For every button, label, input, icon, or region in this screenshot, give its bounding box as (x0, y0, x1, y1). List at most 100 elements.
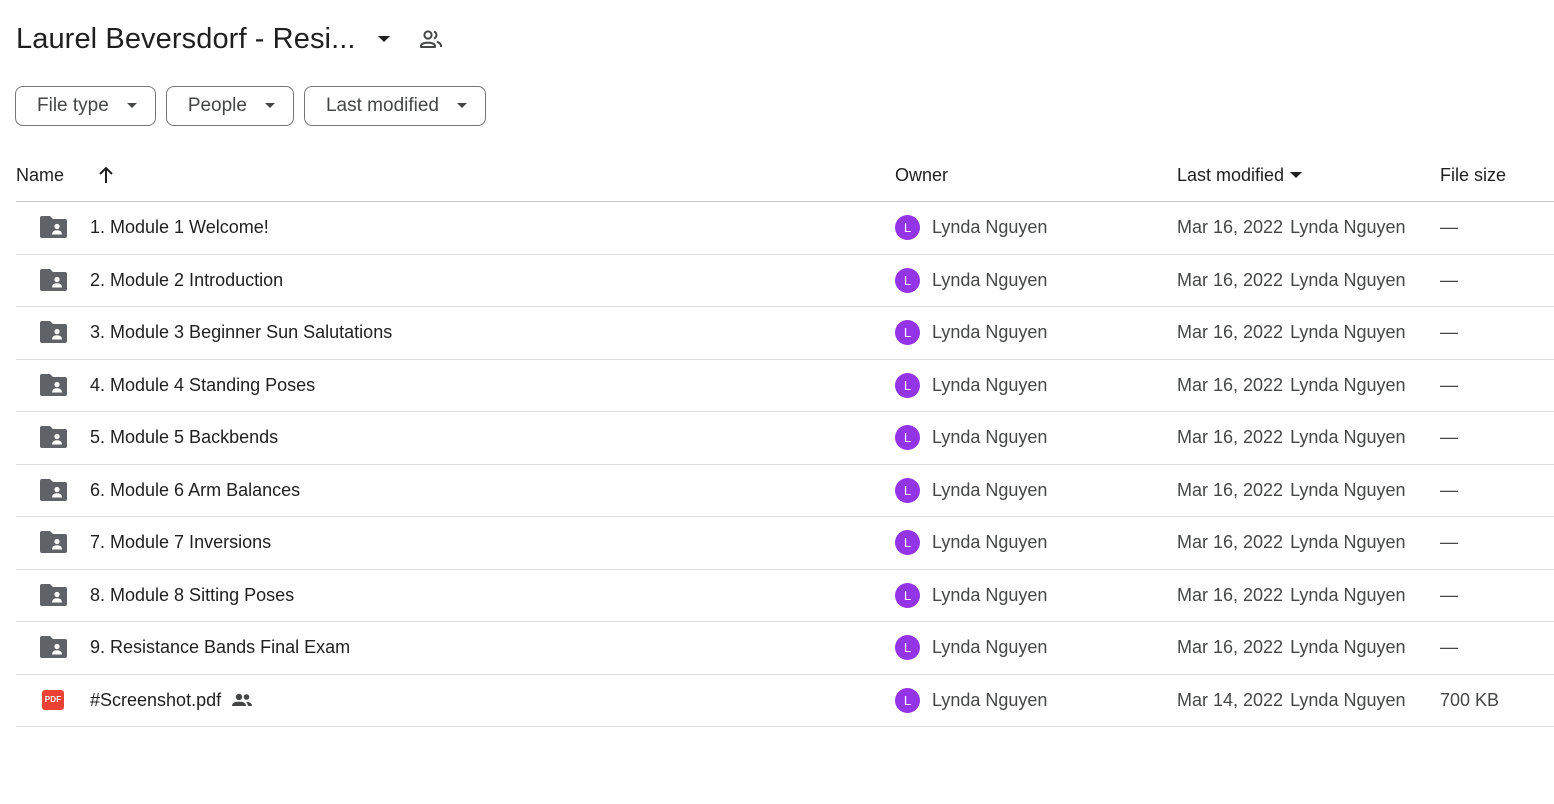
caret-down-icon (126, 101, 137, 111)
arrow-up-icon[interactable] (94, 163, 118, 187)
caret-down-icon (457, 101, 467, 111)
modified-by: Lynda Nguyen (1290, 479, 1406, 500)
owner-cell: L Lynda Nguyen (895, 465, 1047, 516)
table-row[interactable]: 6. Module 6 Arm Balances L Lynda Nguyen … (16, 465, 1554, 517)
table-row[interactable]: 5. Module 5 Backbends L Lynda Nguyen Mar… (16, 412, 1554, 465)
owner-name: Lynda Nguyen (932, 532, 1048, 552)
owner-name: Lynda Nguyen (932, 217, 1048, 237)
file-size: 700 KB (1440, 689, 1500, 710)
shared-folder-icon (39, 268, 67, 292)
file-list-header: Name Owner Last modified File size (16, 150, 1554, 202)
column-header-file-size: File size (1440, 164, 1507, 185)
file-size: — (1440, 584, 1458, 605)
table-row[interactable]: 2. Module 2 Introduction L Lynda Nguyen … (16, 255, 1554, 307)
modified-by: Lynda Nguyen (1290, 532, 1406, 552)
filter-last-modified[interactable]: Last modified (303, 86, 486, 126)
shared-folder-icon (39, 583, 67, 607)
owner-cell: L Lynda Nguyen (895, 675, 1047, 726)
file-size: — (1440, 374, 1458, 395)
table-row[interactable]: 4. Module 4 Standing Poses L Lynda Nguye… (16, 360, 1554, 412)
file-name: 1. Module 1 Welcome! (90, 217, 269, 237)
modified-by: Lynda Nguyen (1290, 374, 1406, 395)
last-modified-cell: Mar 16, 2022 Lynda Nguyen (1177, 412, 1406, 463)
filter-label: People (187, 95, 247, 116)
column-header-last-modified-label: Last modified (1177, 164, 1285, 185)
avatar: L (895, 320, 920, 345)
avatar: L (895, 635, 920, 660)
shared-folder-icon (39, 478, 67, 502)
owner-name: Lynda Nguyen (932, 689, 1048, 710)
owner-name: Lynda Nguyen (932, 637, 1048, 657)
file-size: — (1440, 532, 1458, 552)
shared-folder-icon (39, 530, 67, 554)
table-row[interactable]: 1. Module 1 Welcome! L Lynda Nguyen Mar … (16, 202, 1554, 255)
column-header-owner: Owner (895, 164, 949, 185)
owner-cell: L Lynda Nguyen (895, 570, 1047, 621)
last-modified-cell: Mar 16, 2022 Lynda Nguyen (1177, 465, 1406, 516)
modified-date: Mar 16, 2022 (1177, 637, 1284, 657)
avatar: L (895, 425, 920, 450)
avatar: L (895, 582, 920, 608)
modified-date: Mar 16, 2022 (1177, 584, 1284, 605)
file-size: — (1440, 217, 1458, 237)
last-modified-cell: Mar 16, 2022 Lynda Nguyen (1177, 255, 1406, 306)
owner-cell: L Lynda Nguyen (895, 517, 1047, 568)
column-header-name[interactable]: Name (16, 150, 64, 200)
last-modified-cell: Mar 16, 2022 Lynda Nguyen (1177, 570, 1406, 621)
modified-date: Mar 16, 2022 (1177, 479, 1284, 500)
table-row[interactable]: PDF #Screenshot.pdf L Lynda Nguyen Mar 1… (16, 675, 1554, 727)
owner-cell: L Lynda Nguyen (895, 412, 1047, 463)
owner-name: Lynda Nguyen (932, 584, 1048, 605)
file-name: #Screenshot.pdf (90, 689, 222, 710)
caret-down-icon (264, 101, 275, 111)
last-modified-cell: Mar 16, 2022 Lynda Nguyen (1177, 307, 1406, 358)
modified-by: Lynda Nguyen (1290, 269, 1406, 290)
last-modified-cell: Mar 16, 2022 Lynda Nguyen (1177, 202, 1406, 253)
last-modified-cell: Mar 16, 2022 Lynda Nguyen (1177, 517, 1406, 568)
people-outline-icon[interactable] (418, 26, 444, 52)
modified-by: Lynda Nguyen (1290, 637, 1406, 657)
modified-date: Mar 14, 2022 (1177, 689, 1284, 710)
file-name: 7. Module 7 Inversions (90, 532, 272, 552)
pdf-icon: PDF (39, 688, 67, 712)
last-modified-cell: Mar 14, 2022 Lynda Nguyen (1177, 675, 1406, 726)
shared-folder-icon (39, 320, 67, 344)
table-row[interactable]: 9. Resistance Bands Final Exam L Lynda N… (16, 622, 1554, 675)
filter-file-type[interactable]: File type (15, 86, 156, 126)
modified-by: Lynda Nguyen (1290, 689, 1406, 710)
file-name-cell: #Screenshot.pdf (90, 675, 253, 726)
owner-name: Lynda Nguyen (932, 427, 1048, 447)
folder-menu-caret-icon[interactable] (372, 27, 396, 51)
table-row[interactable]: 8. Module 8 Sitting Poses L Lynda Nguyen… (16, 570, 1554, 622)
file-name: 6. Module 6 Arm Balances (90, 479, 301, 500)
filter-label: File type (37, 95, 109, 116)
owner-name: Lynda Nguyen (932, 479, 1048, 500)
modified-by: Lynda Nguyen (1290, 584, 1406, 605)
modified-date: Mar 16, 2022 (1177, 217, 1284, 237)
shared-people-icon (231, 693, 253, 707)
file-size: — (1440, 427, 1458, 447)
modified-date: Mar 16, 2022 (1177, 269, 1284, 290)
shared-folder-icon (39, 373, 67, 397)
owner-name: Lynda Nguyen (932, 269, 1048, 290)
filter-bar: File type People Last modified (15, 86, 486, 126)
modified-by: Lynda Nguyen (1290, 427, 1406, 447)
modified-date: Mar 16, 2022 (1177, 374, 1284, 395)
modified-by: Lynda Nguyen (1290, 322, 1406, 342)
file-size: — (1440, 637, 1458, 657)
avatar: L (895, 530, 920, 555)
filter-people[interactable]: People (165, 86, 294, 126)
table-row[interactable]: 7. Module 7 Inversions L Lynda Nguyen Ma… (16, 517, 1554, 570)
owner-cell: L Lynda Nguyen (895, 255, 1047, 306)
owner-name: Lynda Nguyen (932, 322, 1048, 342)
file-name: 3. Module 3 Beginner Sun Salutations (90, 322, 393, 342)
column-header-last-modified[interactable]: Last modified (1177, 150, 1303, 200)
folder-title[interactable]: Laurel Beversdorf - Resi... (16, 23, 356, 56)
file-size: — (1440, 322, 1458, 342)
table-row[interactable]: 3. Module 3 Beginner Sun Salutations L L… (16, 307, 1554, 360)
owner-cell: L Lynda Nguyen (895, 307, 1047, 358)
file-list: 1. Module 1 Welcome! L Lynda Nguyen Mar … (16, 202, 1554, 727)
file-size: — (1440, 479, 1458, 500)
filter-label: Last modified (325, 95, 439, 116)
avatar: L (895, 477, 920, 503)
